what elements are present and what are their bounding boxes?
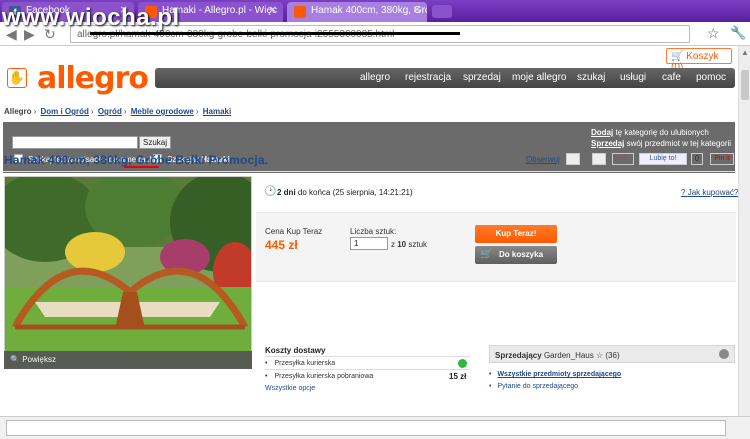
all-shipping-options-link[interactable]: Wszystkie opcje: [265, 385, 315, 392]
nav-item-sprzedaj[interactable]: sprzedaj: [463, 72, 501, 83]
nav-item-cafe[interactable]: cafe: [662, 72, 681, 83]
star-icon: ☆: [595, 351, 604, 360]
search-button[interactable]: Szukaj: [139, 136, 171, 149]
url-redaction-bar: [90, 32, 460, 35]
breadcrumb-item[interactable]: Meble ogrodowe: [131, 107, 194, 116]
seller-name: Garden_Haus: [543, 351, 594, 360]
collapse-icon[interactable]: [719, 349, 729, 359]
pinterest-button[interactable]: Pin it: [710, 153, 734, 165]
add-to-cart-button[interactable]: 🛒 Do koszyka: [475, 246, 557, 264]
nav-item-pomoc[interactable]: pomoc: [696, 72, 726, 83]
nav-item-moje-allegro[interactable]: moje allegro: [512, 72, 566, 83]
shipping-price: 15 zł: [449, 372, 467, 381]
add-favorite-line: Dodaj tę kategorię do ulubionych: [591, 128, 709, 137]
seller-info: Sprzedający Garden_Haus ☆ (36): [495, 351, 620, 360]
tab-label: Hamak 400cm, 380kg, Grób: [311, 5, 427, 16]
top-navigation: allegro rejestracja sprzedaj moje allegr…: [155, 68, 735, 88]
cart-button[interactable]: 🛒 Koszyk (0): [666, 48, 732, 73]
close-tab-icon[interactable]: ✕: [269, 5, 277, 16]
nav-item-allegro[interactable]: allegro: [360, 72, 390, 83]
clock-icon: 🕑: [264, 186, 277, 197]
seller-all-items-link[interactable]: • Wszystkie przedmioty sprzedającego: [489, 371, 621, 378]
time-left: 2 dni do końca (25 sierpnia, 14:21:21): [277, 188, 413, 197]
search-input[interactable]: [12, 136, 138, 149]
breadcrumb-root[interactable]: Allegro: [4, 107, 32, 116]
shipping-title: Koszty dostawy: [265, 346, 326, 355]
help-icon: ?: [681, 188, 686, 197]
hand-logo-icon: ✋: [7, 68, 27, 88]
facebook-like-button[interactable]: Lubię to!: [639, 153, 687, 165]
buy-now-button[interactable]: Kup Teraz!: [475, 225, 557, 243]
observe-link[interactable]: Obserwuj: [526, 155, 560, 167]
new-tab-button[interactable]: [432, 5, 452, 18]
shipping-row: • Przesyłka kurierska pobraniowa: [265, 373, 374, 380]
divider: [3, 171, 735, 172]
breadcrumb-item[interactable]: Dom i Ogród: [40, 107, 88, 116]
breadcrumb-item[interactable]: Ogród: [98, 107, 122, 116]
seller-question-link[interactable]: • Pytanie do sprzedającego: [489, 383, 578, 390]
product-title: Hamak 400cm, 380kg, Gróbe Belki Promocja…: [4, 153, 269, 167]
site-watermark: www.wiocha.pl: [2, 4, 180, 31]
spelling-error-underline: [124, 166, 159, 168]
bottom-input[interactable]: [6, 420, 726, 436]
email-share-icon[interactable]: [566, 153, 580, 165]
breadcrumb: Allegro › Dom i Ogród › Ogród › Meble ogrod…: [4, 107, 232, 116]
scroll-up-icon[interactable]: ▲: [741, 48, 749, 57]
nav-item-szukaj[interactable]: szukaj: [577, 72, 605, 83]
shipping-row: • Przesyłka kurierska: [265, 360, 336, 367]
price-value: 445 zł: [265, 238, 298, 252]
hammock-image: [5, 177, 251, 368]
nav-item-rejestracja[interactable]: rejestracja: [405, 72, 451, 83]
quantity-available: z 10 sztuk: [391, 240, 428, 249]
add-favorite-link[interactable]: Dodaj: [591, 128, 613, 137]
allegro-icon: [294, 6, 306, 18]
divider: [265, 356, 470, 357]
info-icon: [458, 359, 467, 368]
nav-item-uslugi[interactable]: usługi: [620, 72, 646, 83]
scroll-thumb[interactable]: [741, 70, 749, 100]
product-photo[interactable]: [4, 176, 252, 369]
cart-icon: 🛒: [480, 249, 493, 260]
quantity-input[interactable]: [350, 237, 388, 250]
sell-link[interactable]: Sprzedaj: [591, 139, 624, 148]
divider: [265, 369, 470, 370]
cart-icon: 🛒: [671, 51, 684, 62]
how-to-buy-link[interactable]: ? Jak kupować?: [681, 188, 738, 197]
close-tab-icon[interactable]: ✕: [413, 5, 421, 16]
like-count: 0: [691, 153, 703, 165]
zoom-label: 🔍 Powiększ: [10, 355, 56, 364]
bookmark-star-icon[interactable]: ☆: [707, 25, 720, 42]
wrench-menu-icon[interactable]: 🔧: [730, 25, 746, 41]
bottom-bar: [0, 416, 750, 439]
tab-hamak-product[interactable]: Hamak 400cm, 380kg, Grób ✕: [287, 2, 427, 22]
quantity-label: Liczba sztuk:: [350, 227, 397, 236]
gplus-button[interactable]: +1: [612, 153, 634, 165]
vertical-scrollbar[interactable]: ▲: [738, 46, 750, 416]
breadcrumb-item[interactable]: Hamaki: [203, 107, 231, 116]
price-label: Cena Kup Teraz: [265, 227, 323, 236]
sell-line: Sprzedaj swój przedmiot w tej kategorii: [591, 139, 732, 148]
magnifier-icon: 🔍: [10, 355, 20, 364]
print-icon[interactable]: [592, 153, 606, 165]
zoom-bar[interactable]: 🔍 Powiększ: [4, 351, 252, 369]
logo-text: allegro: [37, 61, 149, 96]
